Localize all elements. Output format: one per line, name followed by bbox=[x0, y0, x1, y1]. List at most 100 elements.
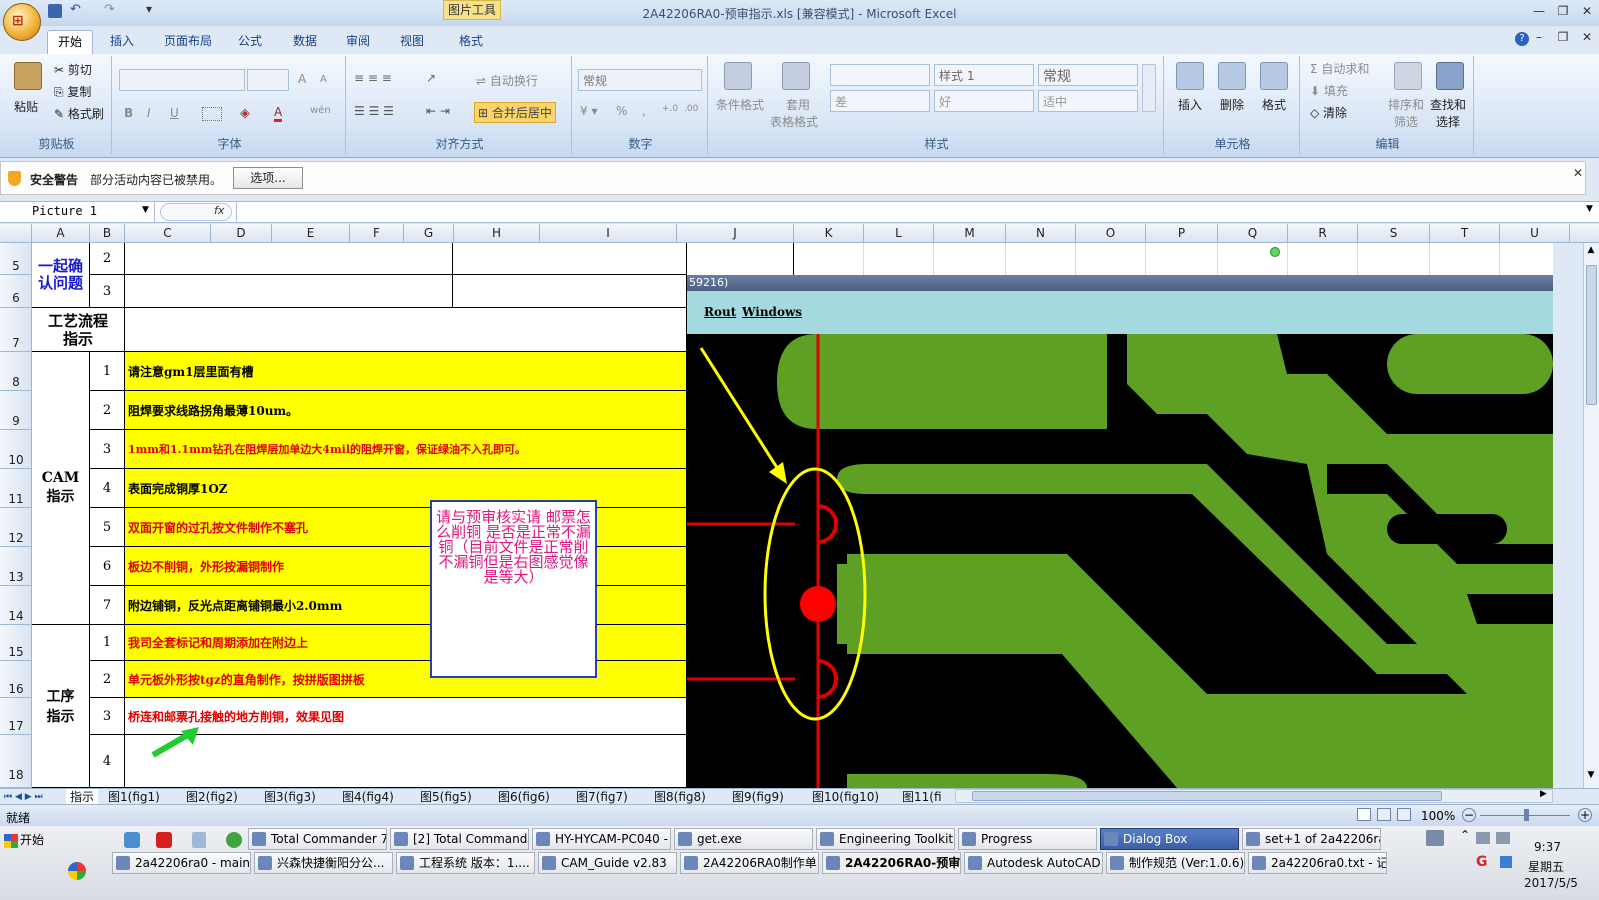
copy-button[interactable]: ⎘ 复制 bbox=[54, 83, 91, 100]
embedded-picture[interactable]: 59216) Rout Windows bbox=[687, 275, 1553, 788]
browser-icon[interactable] bbox=[226, 832, 242, 848]
rotate-handle[interactable] bbox=[1270, 247, 1280, 257]
paste-icon[interactable] bbox=[14, 62, 42, 90]
column-header[interactable]: H bbox=[454, 224, 540, 243]
cam-item-text[interactable]: 双面开窗的过孔按文件制作不塞孔 bbox=[125, 508, 687, 547]
column-header[interactable]: T bbox=[1430, 224, 1500, 243]
close-security-bar-icon[interactable]: ✕ bbox=[1573, 166, 1583, 180]
confirm-item-cell[interactable] bbox=[453, 243, 687, 275]
taskbar-button[interactable]: Total Commander 7.0... bbox=[248, 828, 387, 850]
clock-date[interactable]: 2017/5/5 bbox=[1524, 876, 1578, 890]
column-header[interactable]: S bbox=[1358, 224, 1430, 243]
volume-icon[interactable] bbox=[1496, 832, 1510, 844]
step-item-number[interactable]: 1 bbox=[90, 625, 125, 661]
scroll-up-icon[interactable]: ▲ bbox=[1585, 245, 1597, 261]
horizontal-scroll-thumb[interactable] bbox=[972, 791, 1442, 801]
tray-icon[interactable] bbox=[1500, 856, 1512, 868]
row-header[interactable]: 6 bbox=[0, 275, 32, 308]
sheet-tab[interactable]: 图8(fig8) bbox=[654, 789, 706, 805]
column-header[interactable]: E bbox=[272, 224, 350, 243]
column-header[interactable]: P bbox=[1146, 224, 1218, 243]
row-header[interactable]: 5 bbox=[0, 243, 32, 275]
sheet-tab[interactable]: 图9(fig9) bbox=[732, 789, 784, 805]
taskbar-button[interactable]: Autodesk AutoCAD 2... bbox=[964, 852, 1103, 874]
tab-insert[interactable]: 插入 bbox=[102, 30, 142, 54]
save-icon[interactable] bbox=[48, 4, 62, 18]
zoom-slider-thumb[interactable] bbox=[1524, 809, 1529, 821]
format-cells-button[interactable]: 格式 bbox=[1262, 96, 1286, 113]
workbook-restore-icon[interactable]: ❐ bbox=[1551, 30, 1575, 46]
merge-center-button[interactable]: ⊞ 合并后居中 bbox=[474, 102, 556, 123]
zoom-in-icon[interactable]: + bbox=[1578, 808, 1592, 822]
cam-item-number[interactable]: 6 bbox=[90, 547, 125, 586]
column-header[interactable]: C bbox=[125, 224, 211, 243]
insert-function-button[interactable]: fx bbox=[214, 204, 224, 217]
taskbar-button[interactable]: Engineering Toolkit 9.... bbox=[816, 828, 955, 850]
cam-section-label[interactable]: CAM指示 bbox=[32, 352, 90, 625]
clear-button[interactable]: ◇ 清除 bbox=[1310, 104, 1347, 121]
column-header[interactable]: K bbox=[794, 224, 864, 243]
cam-item-number[interactable]: 1 bbox=[90, 352, 125, 391]
column-header[interactable]: O bbox=[1076, 224, 1146, 243]
cam-item-number[interactable]: 4 bbox=[90, 469, 125, 508]
clock-weekday[interactable]: 星期五 bbox=[1528, 858, 1564, 875]
close-icon[interactable]: ✕ bbox=[1575, 4, 1599, 20]
sort-filter-button-2[interactable]: 筛选 bbox=[1394, 113, 1418, 130]
cam-item-number[interactable]: 2 bbox=[90, 391, 125, 430]
undo-icon[interactable]: ↶ bbox=[70, 2, 81, 17]
find-select-button-2[interactable]: 选择 bbox=[1436, 113, 1460, 130]
column-header[interactable]: L bbox=[864, 224, 934, 243]
autosum-button[interactable]: Σ 自动求和 bbox=[1310, 60, 1369, 77]
column-header[interactable]: U bbox=[1500, 224, 1570, 243]
taskbar-button[interactable]: 制作规范 (Ver:1.0.6) bbox=[1106, 852, 1245, 874]
row-header[interactable]: 18 bbox=[0, 735, 32, 788]
shrink-font-button[interactable]: A bbox=[320, 74, 327, 85]
sheet-tab[interactable]: 图3(fig3) bbox=[264, 789, 316, 805]
column-header[interactable]: F bbox=[350, 224, 404, 243]
confirm-item-number[interactable]: 3 bbox=[90, 275, 125, 308]
wrap-text-button[interactable]: ⇌ 自动换行 bbox=[476, 72, 538, 89]
sheet-tab[interactable]: 图4(fig4) bbox=[342, 789, 394, 805]
sort-filter-icon[interactable] bbox=[1394, 62, 1422, 90]
table-format-button-2[interactable]: 表格格式 bbox=[770, 113, 818, 130]
step-item-number[interactable]: 2 bbox=[90, 661, 125, 698]
formula-input[interactable] bbox=[236, 202, 1581, 222]
name-box-dropdown-icon[interactable]: ▼ bbox=[142, 205, 149, 215]
confirm-item-number[interactable]: 2 bbox=[90, 243, 125, 275]
step-item-text[interactable]: 桥连和邮票孔接触的地方削铜，效果见图 bbox=[125, 698, 687, 735]
row-header[interactable]: 12 bbox=[0, 508, 32, 547]
taskbar-button[interactable]: 2a42206ra0 - main_qa bbox=[112, 852, 251, 874]
expand-formula-bar-icon[interactable]: ▼ bbox=[1586, 204, 1593, 214]
taskbar-button-current[interactable]: 2A42206RA0-预审... bbox=[822, 852, 961, 874]
style-cell-good[interactable]: 好 bbox=[934, 90, 1034, 112]
column-header[interactable]: R bbox=[1288, 224, 1358, 243]
delete-cells-icon[interactable] bbox=[1218, 62, 1246, 90]
taskbar-button-active[interactable]: Dialog Box bbox=[1100, 828, 1239, 850]
percent-button[interactable]: % bbox=[616, 104, 627, 118]
comma-button[interactable]: , bbox=[642, 104, 646, 118]
cam-item-number[interactable]: 3 bbox=[90, 430, 125, 469]
tray-expand-icon[interactable]: ⌃ bbox=[1460, 828, 1470, 842]
paste-button[interactable]: 粘贴 bbox=[14, 98, 38, 115]
confirm-item-cell[interactable] bbox=[125, 275, 453, 308]
scroll-down-icon[interactable]: ▼ bbox=[1585, 770, 1597, 786]
zoom-out-icon[interactable]: − bbox=[1462, 808, 1476, 822]
table-format-button-1[interactable]: 套用 bbox=[786, 96, 810, 113]
border-icon[interactable] bbox=[202, 107, 222, 121]
step-section-label[interactable]: 工序指示 bbox=[32, 625, 90, 788]
align-top-icon[interactable]: ≡ ≡ ≡ bbox=[354, 71, 392, 85]
column-header[interactable]: A bbox=[32, 224, 90, 243]
find-select-button-1[interactable]: 查找和 bbox=[1430, 96, 1466, 113]
decrease-decimal-button[interactable]: .00 bbox=[684, 104, 698, 114]
insert-cells-icon[interactable] bbox=[1176, 62, 1204, 90]
cut-button[interactable]: ✂ 剪切 bbox=[54, 61, 92, 78]
delete-cells-button[interactable]: 删除 bbox=[1220, 96, 1244, 113]
taskbar-button[interactable]: set+1 of 2a42206ra0 bbox=[1242, 828, 1381, 850]
style-cell-neutral[interactable]: 适中 bbox=[1038, 90, 1138, 112]
page-layout-view-icon[interactable] bbox=[1377, 808, 1391, 821]
taskbar-button[interactable]: 2a42206ra0.txt - 记... bbox=[1248, 852, 1387, 874]
indent-icon[interactable]: ⇤ ⇥ bbox=[426, 104, 450, 118]
network-icon[interactable] bbox=[1476, 832, 1490, 844]
row-header[interactable]: 15 bbox=[0, 625, 32, 661]
confirm-item-cell[interactable] bbox=[453, 275, 687, 308]
